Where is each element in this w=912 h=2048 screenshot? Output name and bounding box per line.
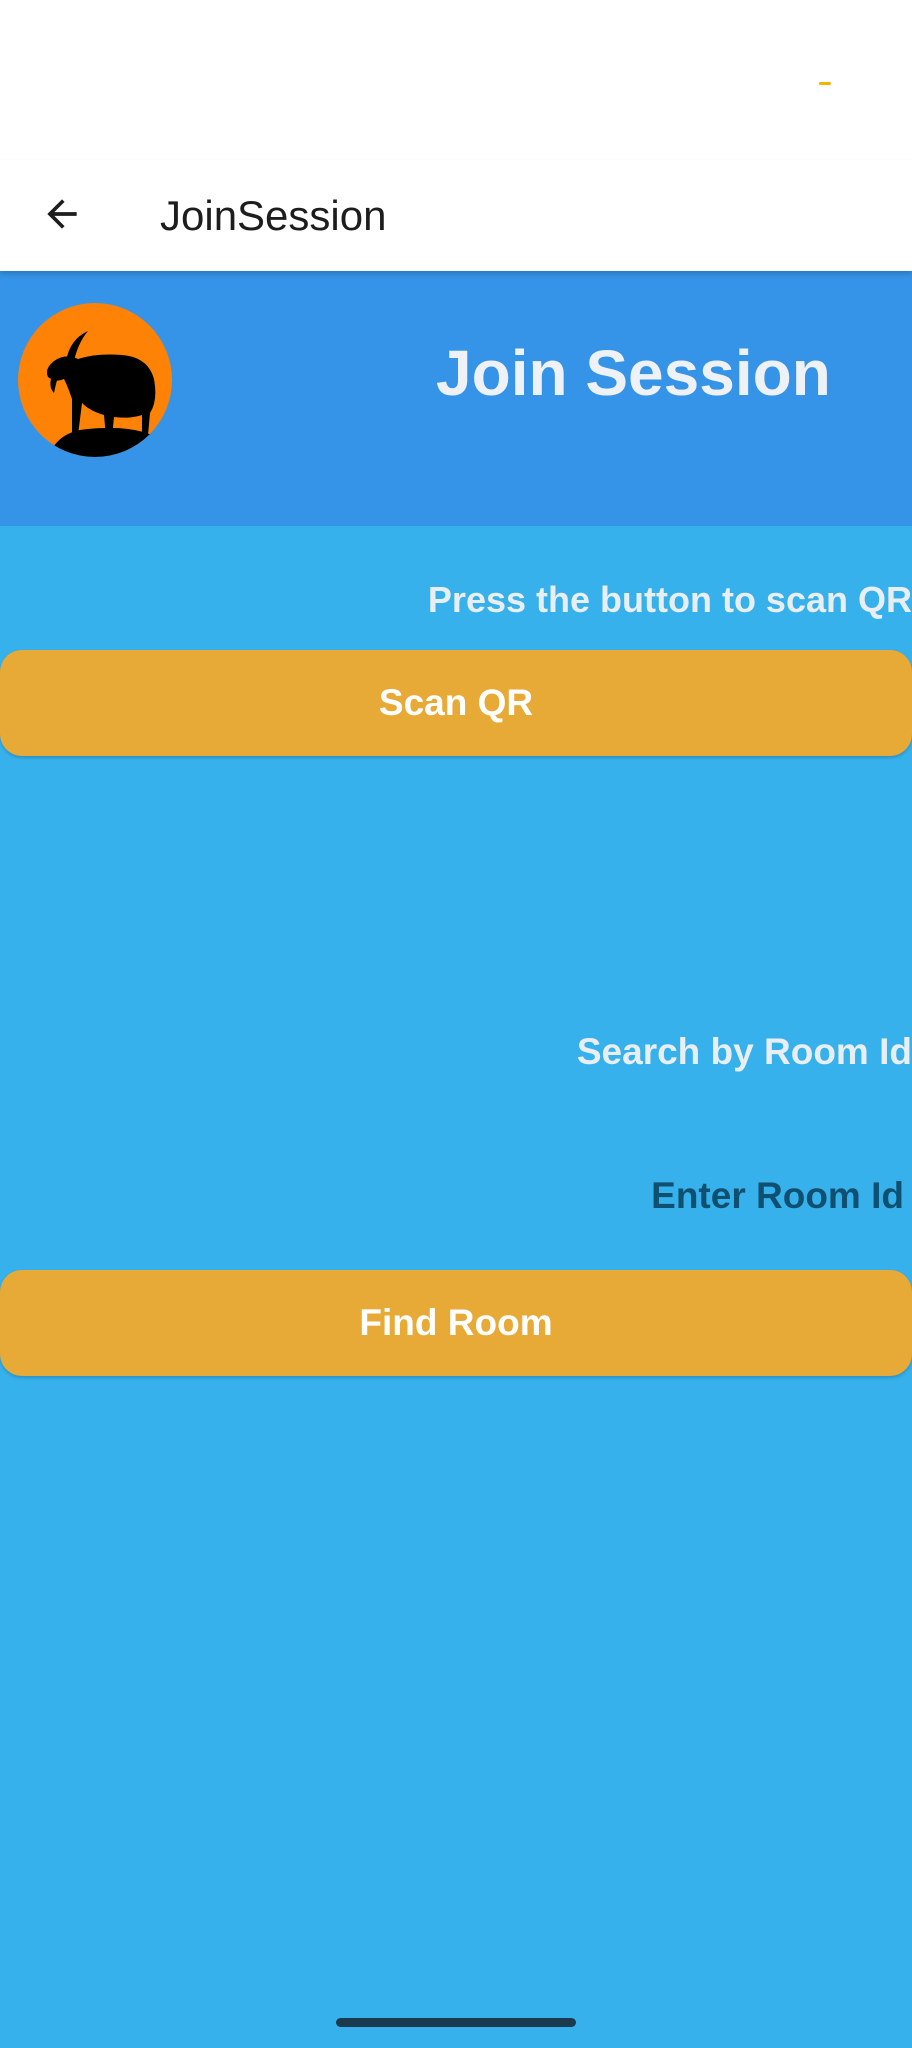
header-title: Join Session xyxy=(436,337,831,409)
find-room-button-label: Find Room xyxy=(359,1302,553,1343)
app-bar-title: JoinSession xyxy=(160,192,387,239)
scan-qr-button-label: Scan QR xyxy=(378,682,534,723)
home-indicator[interactable] xyxy=(336,2018,576,2027)
header-band: Join Session xyxy=(0,271,912,526)
arrow-left-icon xyxy=(47,199,77,229)
goat-silhouette-icon xyxy=(46,331,168,457)
status-indicator xyxy=(819,82,831,85)
logo xyxy=(18,303,172,457)
room-id-input[interactable] xyxy=(344,1164,904,1228)
status-bar xyxy=(0,0,912,160)
app-bar: JoinSession xyxy=(0,160,912,271)
scan-qr-button[interactable]: Scan QR xyxy=(0,650,912,756)
search-room-label: Search by Room Id xyxy=(576,1031,912,1072)
find-room-button[interactable]: Find Room xyxy=(0,1270,912,1376)
back-button[interactable] xyxy=(28,180,96,248)
scan-qr-hint: Press the button to scan QR xyxy=(427,579,912,620)
